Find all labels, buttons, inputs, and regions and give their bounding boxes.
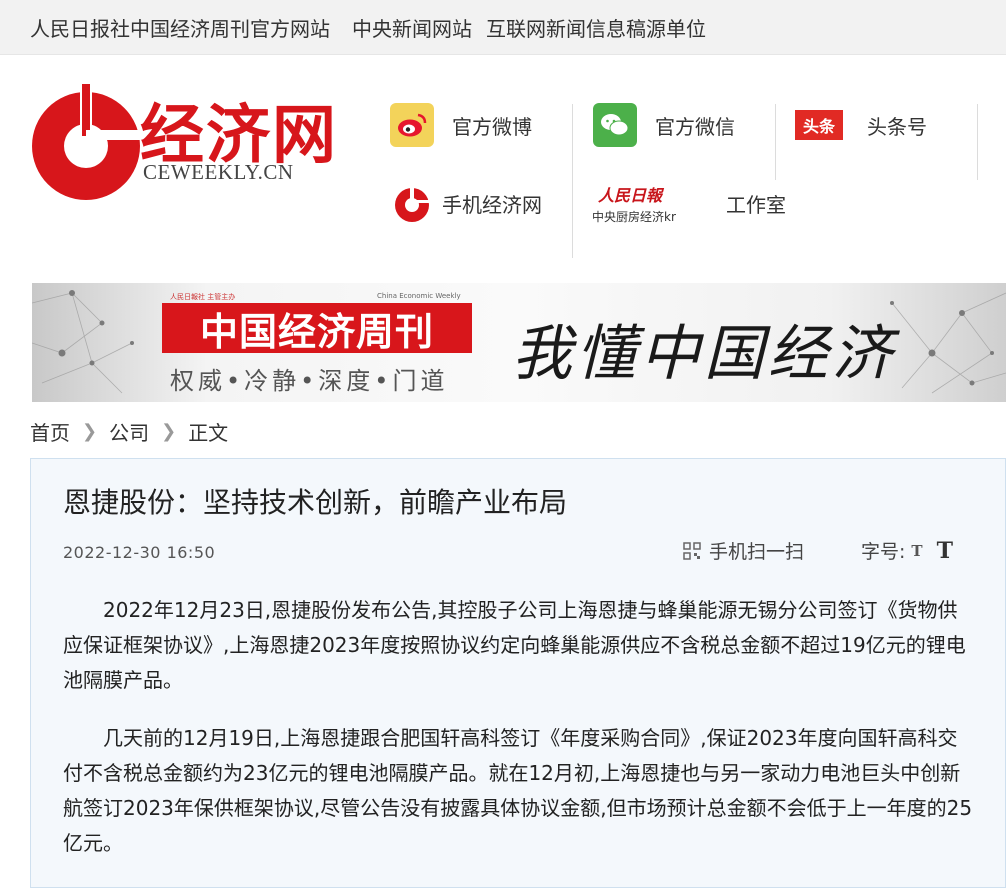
weibo-icon (390, 103, 434, 147)
article-container: 恩捷股份：坚持技术创新，前瞻产业布局 2022-12-30 16:50 手机扫一… (30, 458, 1006, 888)
article-paragraph: 2022年12月23日,恩捷股份发布公告,其控股子公司上海恩捷与蜂巢能源无锡分公… (63, 598, 966, 692)
banner-masthead: 中国经济周刊 (162, 303, 472, 354)
chevron-right-icon: ❯ (161, 421, 177, 442)
banner-motto: 权威•冷静•深度•门道 (170, 367, 449, 395)
topbar-news-source: 互联网新闻信息稿源单位 (486, 16, 706, 41)
topbar-site-desc: 人民日报社中国经济周刊官方网站 (30, 16, 330, 41)
logo-emblem-icon (32, 84, 142, 200)
toutiao-link[interactable]: 头条 头条号 (795, 101, 927, 149)
wechat-label: 官方微信 (655, 114, 735, 139)
mobile-scan-button[interactable]: 手机扫一扫 (683, 537, 804, 564)
breadcrumb: 首页 ❯ 公司 ❯ 正文 (30, 417, 228, 446)
font-size-control: 字号: T T (861, 537, 953, 564)
breadcrumb-category[interactable]: 公司 (109, 417, 149, 446)
wechat-link[interactable]: 官方微信 (593, 101, 735, 149)
header-divider (977, 104, 978, 180)
font-size-label: 字号: (861, 541, 906, 563)
article-paragraph: 几天前的12月19日,上海恩捷跟合肥国轩高科签订《年度采购合同》,保证2023年… (63, 726, 973, 855)
font-size-large-button[interactable]: T (937, 538, 953, 564)
mobile-scan-label: 手机扫一扫 (709, 541, 805, 563)
header-divider (572, 104, 573, 258)
studio-link[interactable]: 工作室 (726, 179, 786, 227)
toutiao-icon: 头条 (795, 110, 843, 140)
qr-code-icon (683, 541, 701, 560)
mobile-site-icon (394, 185, 430, 222)
toutiao-label: 头条号 (867, 114, 927, 139)
wechat-icon (593, 103, 637, 147)
site-logo[interactable]: 经济网 CEWEEKLY.CN (30, 84, 336, 204)
font-size-small-button[interactable]: T (911, 542, 922, 560)
topbar-central-news: 中央新闻网站 (352, 16, 472, 41)
article-date: 2022-12-30 16:50 (63, 543, 216, 562)
weibo-label: 官方微博 (452, 114, 532, 139)
breadcrumb-home[interactable]: 首页 (30, 417, 70, 446)
studio-logo: 人民日報 中央厨房经济kr (592, 182, 702, 230)
studio-logo-top: 人民日報 (598, 186, 663, 205)
banner-slogan: 我懂中国经济 (512, 319, 896, 389)
mobile-site-label: 手机经济网 (442, 192, 542, 217)
mobile-site-link[interactable]: 手机经济网 (394, 179, 542, 227)
studio-logo-bottom: 中央厨房经济kr (592, 210, 676, 224)
banner-mini-right: China Economic Weekly (377, 292, 461, 300)
chevron-right-icon: ❯ (82, 421, 98, 442)
masthead-banner[interactable]: 人民日報社 主管主办 China Economic Weekly 中国经济周刊 … (32, 283, 1006, 402)
logo-domain: CEWEEKLY.CN (143, 160, 294, 184)
top-bar: 人民日报社中国经济周刊官方网站 中央新闻网站 互联网新闻信息稿源单位 (0, 0, 1006, 55)
article-title: 恩捷股份：坚持技术创新，前瞻产业布局 (63, 486, 568, 519)
header-divider (775, 104, 776, 180)
weibo-link[interactable]: 官方微博 (390, 101, 532, 149)
studio-label: 工作室 (726, 192, 786, 217)
breadcrumb-current: 正文 (188, 421, 229, 445)
